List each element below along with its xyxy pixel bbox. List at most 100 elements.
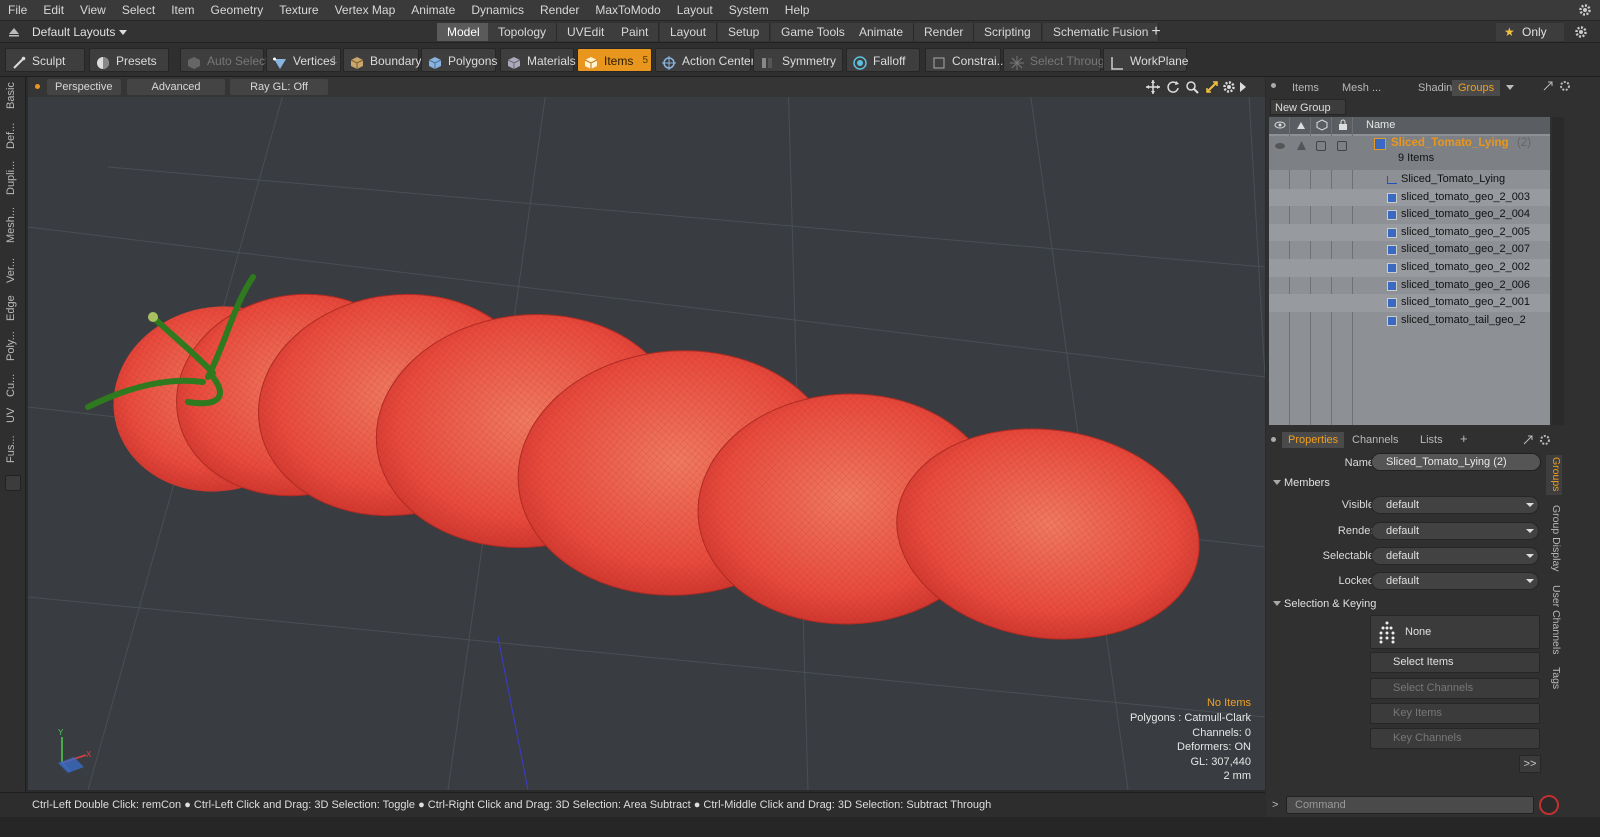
menu-vertex-map[interactable]: Vertex Map	[327, 0, 404, 21]
tab-animate[interactable]: Animate	[849, 23, 915, 41]
list-item[interactable]: sliced_tomato_geo_2_002	[1269, 259, 1550, 277]
tab-items[interactable]: Items	[1286, 80, 1325, 96]
menu-item[interactable]: Item	[163, 0, 202, 21]
tab-groups[interactable]: Groups	[1452, 80, 1501, 96]
add-tab-plus-icon[interactable]: +	[1460, 431, 1468, 446]
tab-model[interactable]: Model	[437, 23, 491, 41]
menu-edit[interactable]: Edit	[35, 0, 72, 21]
falloff-button[interactable]: Falloff	[846, 48, 920, 72]
visible-dropdown[interactable]: default	[1371, 496, 1539, 514]
render-icon[interactable]	[1295, 119, 1307, 131]
list-item[interactable]: sliced_tomato_geo_2_003	[1269, 188, 1550, 207]
viewport-gear-icon[interactable]	[1222, 80, 1236, 94]
move-view-icon[interactable]	[1146, 80, 1160, 94]
tab-setup[interactable]: Setup	[718, 23, 771, 41]
group-render-icon[interactable]	[1297, 141, 1306, 150]
selection-keying-section[interactable]: Selection & Keying	[1270, 596, 1540, 612]
tab-channels[interactable]: Channels	[1346, 432, 1404, 448]
tabs-dropdown-icon[interactable]	[1506, 85, 1514, 90]
side-tab-groups[interactable]: Groups	[1546, 455, 1562, 495]
left-tab-uv[interactable]: UV	[5, 401, 21, 423]
menu-maxtomodo[interactable]: MaxToModo	[587, 0, 668, 21]
lock-icon[interactable]	[1337, 119, 1349, 131]
presets-button[interactable]: Presets	[89, 48, 169, 72]
add-tab-plus-icon[interactable]: +	[1147, 23, 1165, 41]
key-channels-button[interactable]: Key Channels	[1370, 728, 1540, 749]
raygl-button[interactable]: Ray GL: Off	[230, 79, 328, 95]
tab-layout[interactable]: Layout	[660, 23, 718, 41]
vertices-button[interactable]: Vertices 1	[266, 48, 341, 72]
list-item[interactable]: sliced_tomato_geo_2_005	[1269, 223, 1550, 242]
side-tab-tags[interactable]: Tags	[1546, 667, 1562, 697]
list-item[interactable]: Sliced_Tomato_Lying	[1269, 171, 1550, 189]
select-channels-button[interactable]: Select Channels	[1370, 678, 1540, 699]
left-tab-vertex[interactable]: Ver...	[5, 249, 21, 283]
rotate-view-icon[interactable]	[1166, 80, 1180, 94]
action-center-button[interactable]: Action Center	[655, 48, 755, 72]
menu-render[interactable]: Render	[532, 0, 587, 21]
sculpt-button[interactable]: Sculpt	[5, 48, 85, 72]
name-column-header[interactable]: Name	[1366, 117, 1395, 134]
left-tab-duplicate[interactable]: Dupli...	[5, 155, 21, 195]
menu-help[interactable]: Help	[777, 0, 818, 21]
symmetry-button[interactable]: Symmetry	[753, 48, 843, 72]
visibility-eye-icon[interactable]	[1274, 119, 1286, 131]
menu-system[interactable]: System	[721, 0, 777, 21]
tab-paint[interactable]: Paint	[611, 23, 660, 41]
panel-maximize-icon[interactable]	[1542, 80, 1554, 92]
group-lock-box[interactable]	[1337, 141, 1347, 151]
constraints-button[interactable]: Constrai...	[925, 48, 1007, 72]
side-tab-group-display[interactable]: Group Display	[1546, 505, 1562, 577]
left-tab-expand-button[interactable]	[5, 475, 21, 491]
auto-select-button[interactable]: Auto Select	[180, 48, 268, 72]
group-visibility-eye-icon[interactable]	[1275, 143, 1285, 149]
left-tab-mesh[interactable]: Mesh...	[5, 201, 21, 243]
viewport-expand-icon[interactable]	[1240, 82, 1246, 92]
3d-viewport[interactable]: Perspective Advanced Ray GL: Off Y X No …	[28, 77, 1265, 790]
left-tab-edge[interactable]: Edge	[5, 289, 21, 321]
left-tab-basic[interactable]: Basic	[5, 81, 21, 109]
collapse-arrow-icon[interactable]	[8, 25, 20, 37]
tab-lists[interactable]: Lists	[1414, 432, 1449, 448]
boundary-button[interactable]: Boundary	[343, 48, 421, 72]
list-scrollbar[interactable]	[1552, 117, 1564, 425]
advanced-button[interactable]: Advanced	[127, 79, 225, 95]
list-item[interactable]: sliced_tomato_geo_2_004	[1269, 206, 1550, 224]
zoom-view-icon[interactable]	[1185, 80, 1199, 94]
tab-schematic-fusion[interactable]: Schematic Fusion	[1043, 23, 1160, 41]
tab-scripting[interactable]: Scripting	[974, 23, 1042, 41]
list-item[interactable]: sliced_tomato_tail_geo_2	[1269, 312, 1550, 330]
menu-geometry[interactable]: Geometry	[203, 0, 272, 21]
select-cube-icon[interactable]	[1316, 119, 1328, 131]
tab-properties[interactable]: Properties	[1282, 432, 1345, 448]
none-selector[interactable]: None	[1370, 615, 1540, 649]
key-items-button[interactable]: Key Items	[1370, 703, 1540, 724]
expand-more-icon[interactable]: >>	[1519, 755, 1541, 773]
left-tab-deform[interactable]: Def...	[5, 115, 21, 149]
select-items-button[interactable]: Select Items	[1370, 652, 1540, 673]
layout-selector[interactable]: Default Layouts	[32, 23, 129, 41]
tab-render[interactable]: Render	[914, 23, 975, 41]
items-button[interactable]: Items 5	[577, 48, 652, 72]
list-item[interactable]: sliced_tomato_geo_2_007	[1269, 241, 1550, 259]
group-select-box[interactable]	[1316, 141, 1326, 151]
materials-button[interactable]: Materials	[500, 48, 576, 72]
list-item[interactable]: sliced_tomato_geo_2_001	[1269, 294, 1550, 312]
tab-mesh[interactable]: Mesh ...	[1336, 80, 1387, 96]
menu-layout[interactable]: Layout	[669, 0, 721, 21]
members-section[interactable]: Members	[1270, 475, 1540, 491]
props-gear-icon[interactable]	[1539, 434, 1551, 446]
fit-view-icon[interactable]	[1205, 80, 1219, 94]
command-input[interactable]: Command	[1286, 796, 1534, 814]
new-group-button[interactable]: New Group	[1270, 99, 1346, 115]
render-dropdown[interactable]: default	[1371, 522, 1539, 540]
props-maximize-icon[interactable]	[1522, 434, 1534, 446]
side-tab-user-channels[interactable]: User Channels	[1546, 585, 1562, 657]
workplane-button[interactable]: WorkPlane	[1103, 48, 1188, 72]
menu-texture[interactable]: Texture	[271, 0, 326, 21]
list-item[interactable]: sliced_tomato_geo_2_006	[1269, 277, 1550, 295]
perspective-button[interactable]: Perspective	[47, 79, 121, 95]
menu-select[interactable]: Select	[114, 0, 163, 21]
group-name-field[interactable]: Sliced_Tomato_Lying (2)	[1371, 453, 1541, 471]
settings-gear-icon[interactable]	[1578, 3, 1592, 17]
